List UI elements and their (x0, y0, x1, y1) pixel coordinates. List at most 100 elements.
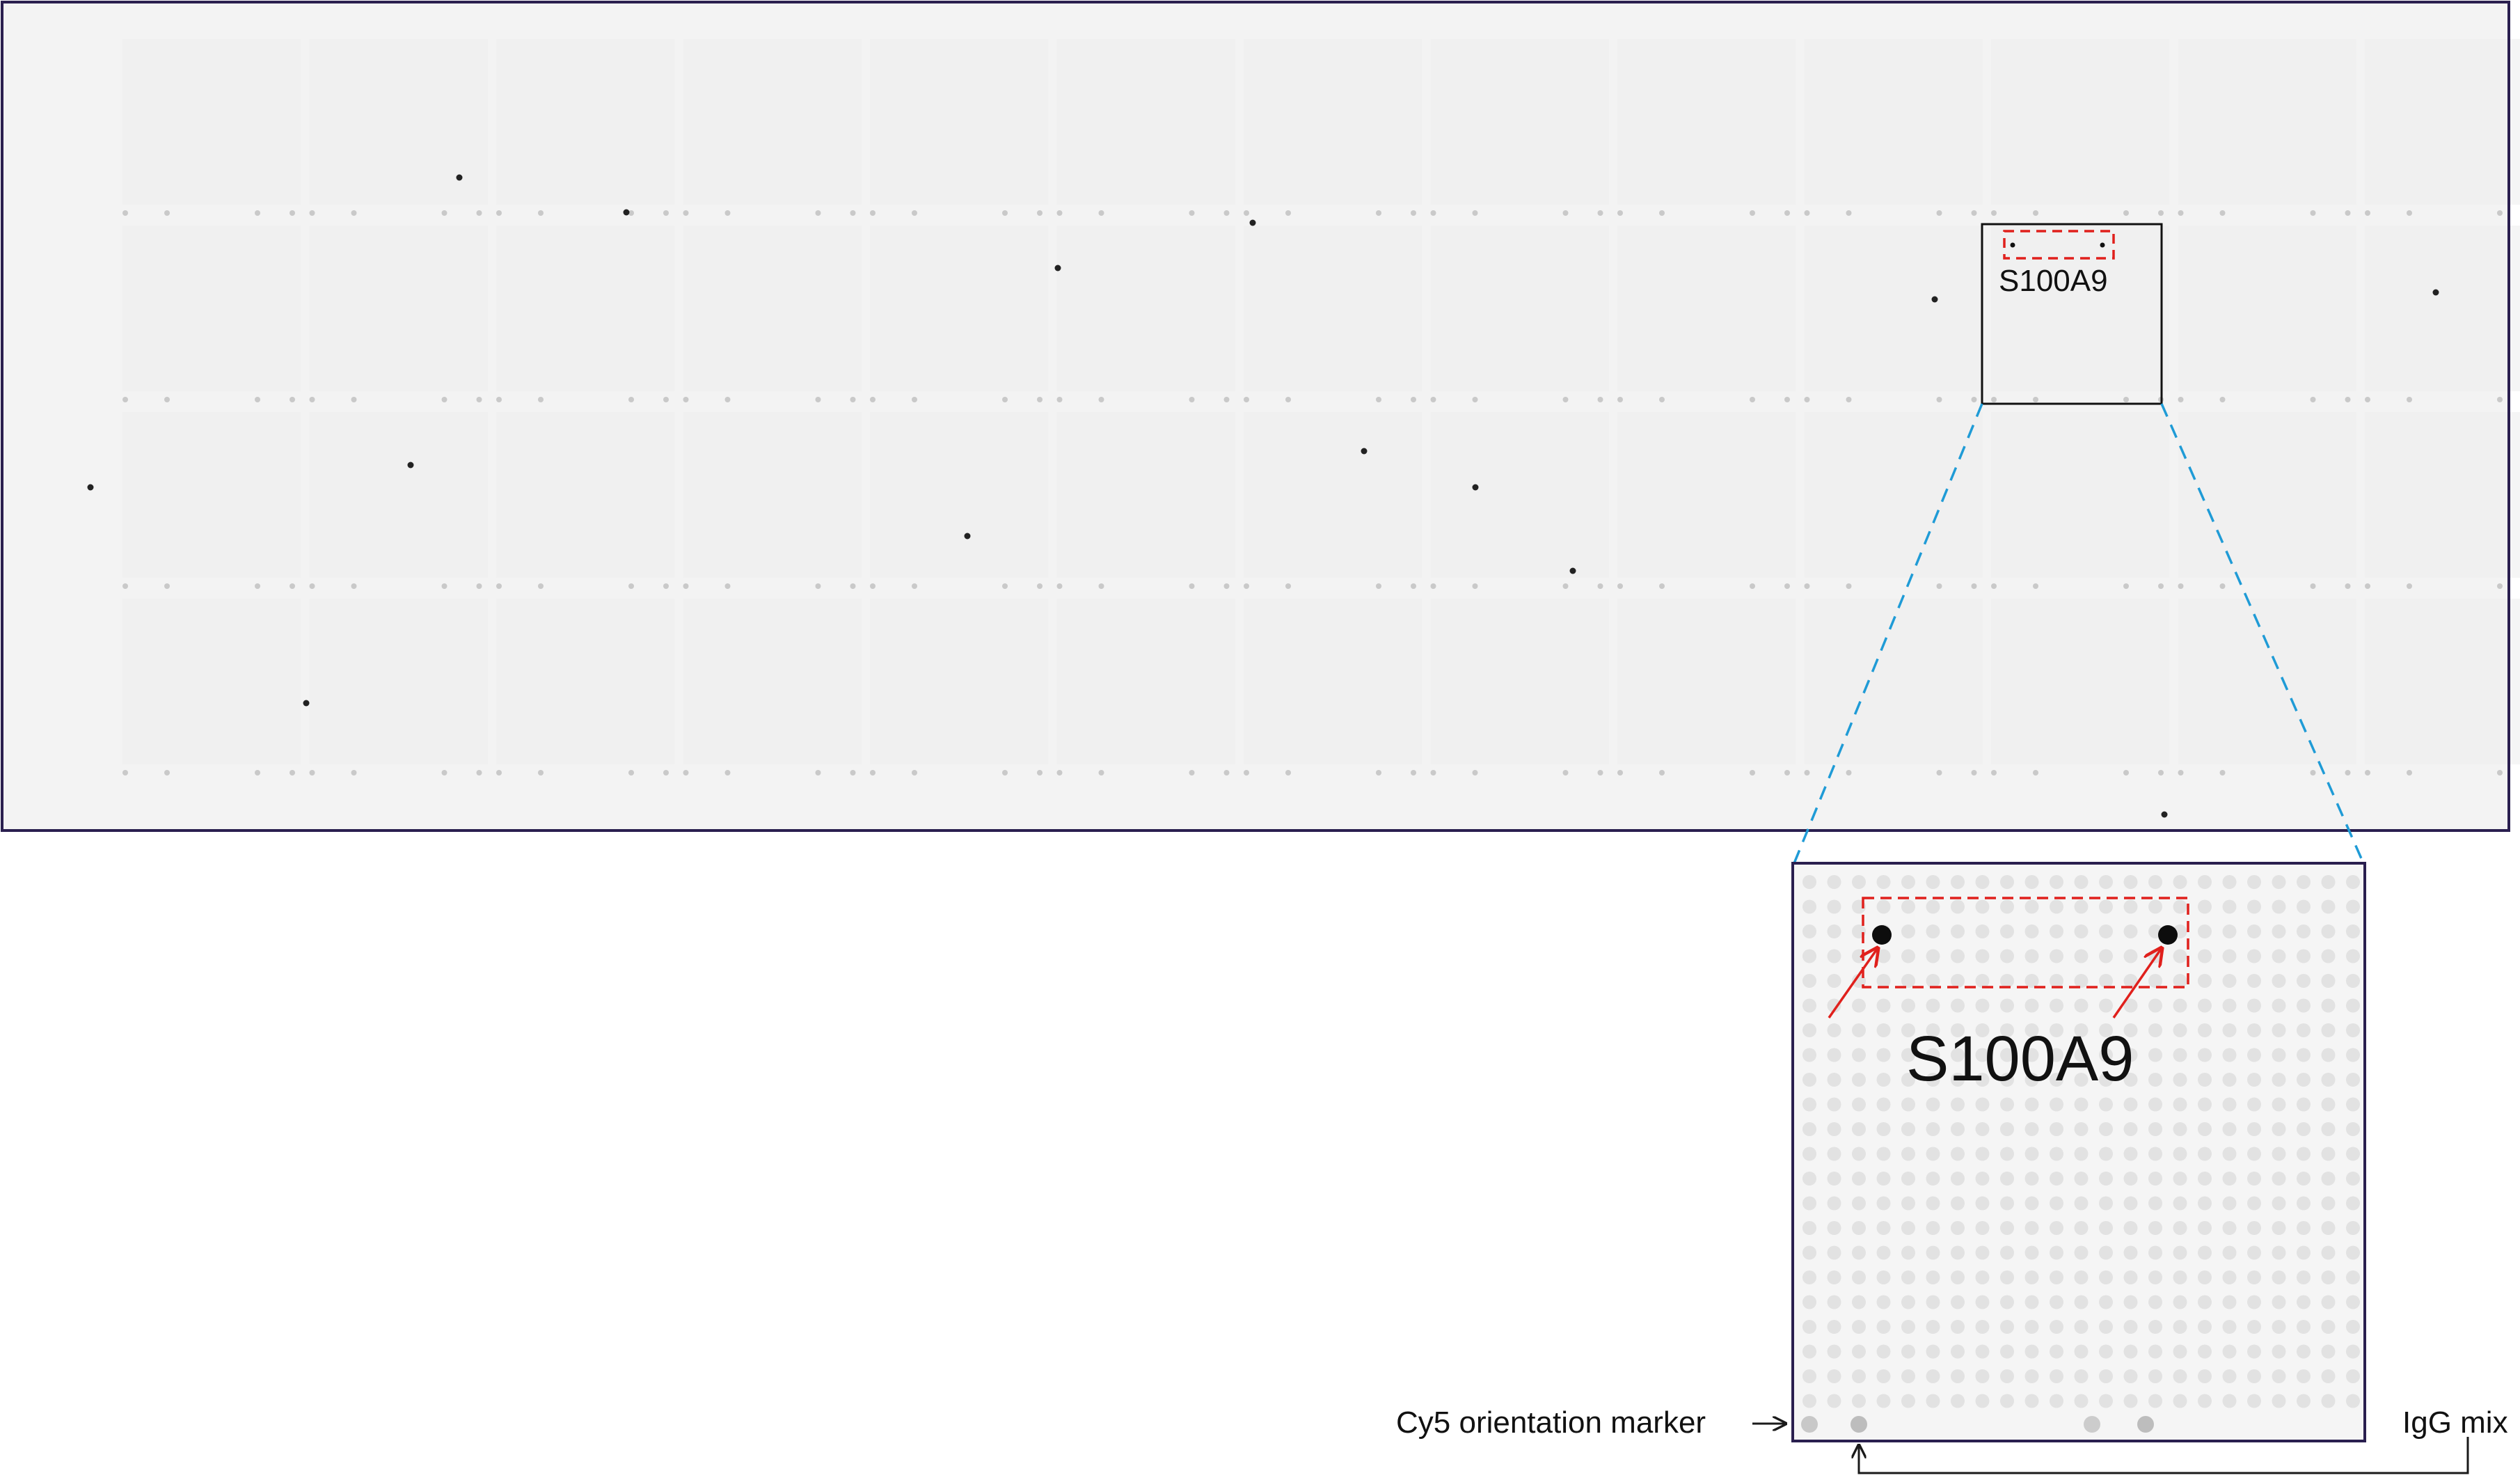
array-spot (2222, 1369, 2237, 1383)
marker-dot (870, 770, 875, 776)
array-spot (2148, 998, 2162, 1013)
array-spot (2222, 1344, 2237, 1359)
array-spot (2346, 899, 2360, 914)
array-spot (1827, 1097, 1841, 1112)
array-spot (2321, 1122, 2336, 1136)
marker-dot (663, 397, 669, 402)
igg-mix-spot-2 (2137, 1416, 2154, 1433)
array-spot (1802, 1344, 1816, 1359)
array-spot (1876, 875, 1891, 889)
array-spot (2297, 1369, 2311, 1383)
dust-speck (87, 484, 94, 491)
array-spot (1975, 875, 1990, 889)
array-spot (1926, 1196, 1940, 1211)
array-spot (2346, 1023, 2360, 1037)
array-spot (2123, 1147, 2138, 1161)
array-spot (2099, 1097, 2113, 1112)
array-spot (2074, 1122, 2089, 1136)
array-spot (2024, 1245, 2039, 1260)
array-spot (1852, 1221, 1866, 1235)
array-spot (2050, 949, 2063, 963)
array-spot (1802, 1295, 1816, 1309)
marker-dot (1285, 210, 1291, 216)
marker-dot (1597, 397, 1603, 402)
array-spot (2272, 1023, 2286, 1037)
marker-dot (663, 770, 669, 776)
marker-dot (2345, 210, 2351, 216)
array-spot (2099, 1122, 2113, 1136)
array-spot (2272, 1320, 2286, 1334)
array-spot (1827, 875, 1841, 889)
array-spot (1951, 1196, 1965, 1211)
array-spot (2050, 1097, 2063, 1112)
marker-dot (1617, 397, 1623, 402)
array-spot (1852, 1196, 1866, 1211)
marker-dot (683, 210, 689, 216)
array-block (1244, 226, 1423, 391)
array-spot (2074, 1221, 2089, 1235)
array-spot (2272, 1221, 2286, 1235)
array-spot (1951, 974, 1965, 988)
array-spot (1876, 1394, 1891, 1408)
marker-dot (2407, 210, 2412, 216)
array-spot (2000, 1196, 2014, 1211)
array-spot (2148, 1270, 2162, 1284)
marker-dot (850, 210, 856, 216)
array-spot (2074, 1295, 2089, 1309)
marker-dot (683, 770, 689, 776)
array-spot (2148, 1320, 2162, 1334)
array-spot (1802, 1147, 1816, 1161)
array-spot (1827, 1048, 1841, 1062)
array-spot (1901, 949, 1915, 963)
array-spot (2198, 1245, 2212, 1260)
dust-speck (1054, 265, 1061, 271)
array-spot (2148, 1344, 2162, 1359)
marker-dot (496, 770, 502, 776)
array-spot (2222, 1122, 2237, 1136)
marker-dot (2365, 583, 2370, 589)
array-spot (1802, 899, 1816, 914)
marker-dot (2345, 770, 2351, 776)
array-spot (2074, 1097, 2089, 1112)
array-block (1056, 412, 1235, 578)
array-spot (2050, 974, 2063, 988)
marker-dot (1376, 770, 1381, 776)
array-spot (2148, 1221, 2162, 1235)
array-spot (2272, 998, 2286, 1013)
array-block (2365, 412, 2520, 578)
array-spot (2247, 899, 2261, 914)
array-block (1804, 599, 1983, 764)
array-spot (2297, 924, 2311, 938)
array-spot (2346, 1097, 2360, 1112)
marker-dot (2219, 770, 2226, 776)
marker-dot (1597, 210, 1603, 216)
marker-dot (1056, 210, 1063, 216)
array-spot (2247, 1394, 2261, 1408)
array-spot (1901, 1320, 1915, 1334)
marker-dot (1784, 397, 1790, 402)
dust-speck (2161, 811, 2168, 818)
dust-speck (1361, 448, 1368, 455)
array-spot (1827, 1023, 1841, 1037)
array-spot (2148, 899, 2162, 914)
array-spot (2123, 949, 2138, 963)
marker-dot (2345, 583, 2351, 589)
array-spot (2346, 1344, 2360, 1359)
full-slide-scan (1, 1, 2520, 832)
array-spot (1802, 875, 1816, 889)
array-block (683, 39, 862, 205)
array-spot (2222, 1048, 2237, 1062)
array-spot (1901, 974, 1915, 988)
array-spot (2074, 875, 2089, 889)
marker-dot (1189, 583, 1195, 589)
array-spot (2297, 1295, 2311, 1309)
array-spot (2198, 1196, 2212, 1211)
array-spot (2148, 1369, 2162, 1383)
array-spot (2173, 1048, 2187, 1062)
array-spot (1951, 949, 1965, 963)
array-block (1617, 412, 1796, 578)
dust-speck (2432, 289, 2439, 296)
array-spot (2024, 949, 2039, 963)
marker-dot (1936, 770, 1942, 776)
array-spot (1852, 1394, 1866, 1408)
